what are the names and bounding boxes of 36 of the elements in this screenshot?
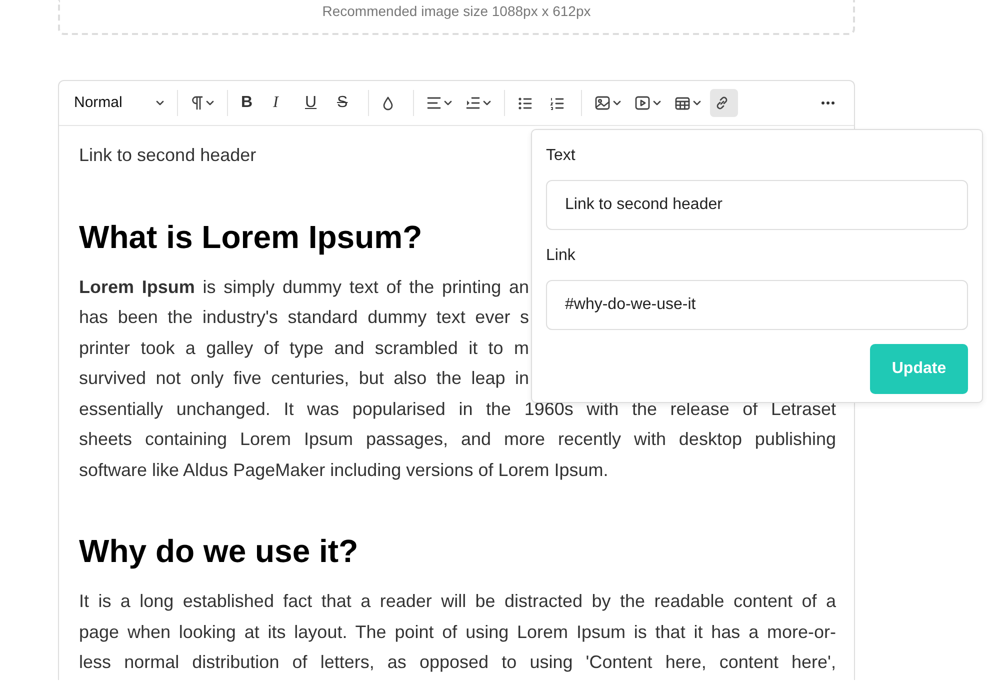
table-icon <box>675 96 690 110</box>
more-icon <box>821 101 835 105</box>
image-icon <box>595 96 610 110</box>
style-dropdown[interactable]: Normal <box>69 89 169 117</box>
align-icon <box>427 97 441 109</box>
caret-icon <box>156 100 164 106</box>
text-line: has been the industry's standard dummy text ever s <box>79 306 529 329</box>
play-icon <box>635 96 650 110</box>
bullet-list-icon <box>518 96 532 110</box>
link-field[interactable]: #why-do-we-use-it <box>546 280 968 330</box>
bold-button[interactable]: B <box>236 89 264 117</box>
text-line: survived not only five centuries, but also the leap in <box>79 367 529 390</box>
text-line: less normal distribution of letters, as opposed to using 'Content here, content here', <box>79 651 836 674</box>
link-icon <box>715 96 729 110</box>
paragraph-icon <box>191 96 203 110</box>
text-line: Link to second header <box>79 144 256 167</box>
numbered-list-icon <box>550 96 564 110</box>
upload-hint: Recommended image size 1088px x 612px <box>322 2 591 21</box>
indent-icon <box>466 97 480 109</box>
strikethrough-button[interactable]: S <box>332 89 360 117</box>
italic-button[interactable]: I <box>268 89 296 117</box>
droplet-icon <box>382 96 394 110</box>
text-line: sheets containing Lorem Ipsum passages, and more recently with desktop publishing <box>79 428 836 451</box>
text-line: It is a long established fact that a reader will be distracted by the readable content of a <box>79 590 836 613</box>
text-line: page when looking at its layout. The point of using Lorem Ipsum is that it has a more-or- <box>79 620 836 644</box>
text-line: essentially unchanged. It was popularised in the 1960s with the release of Letraset <box>79 398 836 421</box>
text-field[interactable]: Link to second header <box>546 180 968 230</box>
link-button[interactable] <box>710 89 738 117</box>
underline-button[interactable]: U <box>300 89 328 117</box>
text-line: Lorem Ipsum is simply dummy text of the printing an <box>79 276 529 299</box>
text-line: software like Aldus PageMaker including versions of Lorem Ipsum. <box>79 458 608 482</box>
field-label: Link <box>546 246 576 266</box>
heading: Why do we use it? <box>79 532 358 571</box>
field-label: Text <box>546 146 576 166</box>
text-line: printer took a galley of type and scrambled it to m <box>79 336 529 360</box>
heading: What is Lorem Ipsum? <box>79 218 422 256</box>
